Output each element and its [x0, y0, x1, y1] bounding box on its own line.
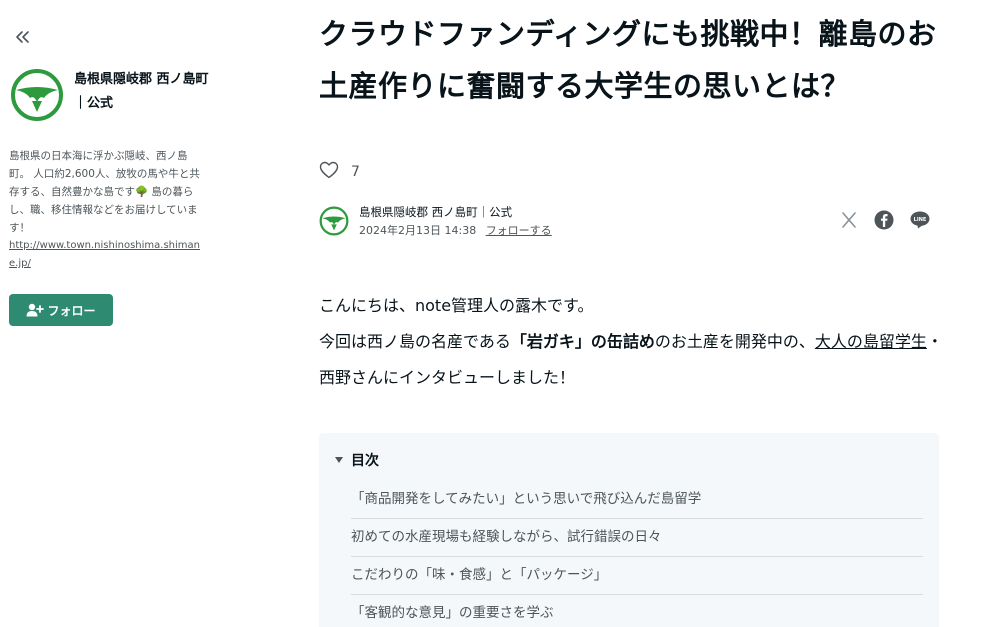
x-icon[interactable] — [838, 209, 860, 231]
collapse-sidebar-icon[interactable] — [11, 26, 33, 48]
body-paragraph-2: 今回は西ノ島の名産である「岩ガキ」の缶詰めのお土産を開発中の、大人の島留学生・西… — [319, 324, 944, 396]
note-article-page: 島根県隠岐郡 西ノ島町｜公式 島根県の日本海に浮かぶ隠岐、西ノ島町。 人口約2,… — [0, 0, 1005, 627]
creator-name[interactable]: 島根県隠岐郡 西ノ島町｜公式 — [74, 68, 210, 116]
table-of-contents: 目次 「商品開発をしてみたい」という思いで飛び込んだ島留学 初めての水産現場も経… — [319, 433, 939, 627]
shima-ryugaku-link[interactable]: 大人の島留学生 — [815, 332, 927, 351]
like-row: 7 — [319, 161, 360, 183]
body-bold-text: 「岩ガキ」の缶詰め — [510, 332, 655, 351]
creator-sidebar: 島根県隠岐郡 西ノ島町｜公式 島根県の日本海に浮かぶ隠岐、西ノ島町。 人口約2,… — [0, 0, 215, 627]
creator-bio-text: 島根県の日本海に浮かぶ隠岐、西ノ島町。 人口約2,600人、放牧の馬や牛と共存す… — [9, 150, 200, 234]
body-text-segment: のお土産を開発中の、 — [654, 332, 815, 351]
follow-button-label: フォロー — [47, 303, 96, 318]
creator-header: 島根県隠岐郡 西ノ島町｜公式 — [10, 68, 210, 122]
article-title: クラウドファンディングにも挑戦中！離島のお土産作りに奮闘する大学生の思いとは？ — [319, 17, 937, 103]
author-avatar[interactable] — [319, 206, 349, 236]
toc-item[interactable]: 初めての水産現場も経験しながら、試行錯誤の日々 — [351, 519, 923, 557]
follow-link[interactable]: フォローする — [486, 224, 552, 237]
publish-date: 2024年2月13日 14:38 — [359, 224, 477, 237]
add-user-icon — [26, 303, 45, 317]
toc-list: 「商品開発をしてみたい」という思いで飛び込んだ島留学 初めての水産現場も経験しな… — [351, 481, 923, 627]
toc-toggle[interactable]: 目次 — [335, 450, 379, 470]
toc-item[interactable]: 「客観的な意見」の重要さを学ぶ — [351, 595, 923, 627]
toc-heading: 目次 — [351, 453, 379, 469]
follow-button[interactable]: フォロー — [9, 294, 113, 326]
body-text-segment: 今回は西ノ島の名産である — [319, 332, 511, 351]
toc-item[interactable]: 「商品開発をしてみたい」という思いで飛び込んだ島留学 — [351, 481, 923, 519]
creator-website-link[interactable]: http://www.town.nishinoshima.shimane.jp/ — [9, 237, 201, 273]
article-byline: 島根県隠岐郡 西ノ島町｜公式 2024年2月13日 14:38 フォローする L… — [319, 201, 939, 239]
caret-down-icon — [335, 457, 343, 463]
facebook-icon[interactable] — [873, 209, 895, 231]
line-icon[interactable]: LINE — [909, 209, 931, 231]
toc-item[interactable]: こだわりの「味・食感」と「パッケージ」 — [351, 557, 923, 595]
author-name[interactable]: 島根県隠岐郡 西ノ島町｜公式 — [359, 204, 512, 220]
town-emblem-logo[interactable] — [10, 68, 64, 122]
article-body: こんにちは、note管理人の露木です。 今回は西ノ島の名産である「岩ガキ」の缶詰… — [319, 288, 944, 396]
creator-bio: 島根県の日本海に浮かぶ隠岐、西ノ島町。 人口約2,600人、放牧の馬や牛と共存す… — [9, 147, 201, 273]
like-count: 7 — [351, 164, 360, 180]
svg-text:LINE: LINE — [914, 217, 927, 223]
body-paragraph-1: こんにちは、note管理人の露木です。 — [319, 296, 594, 315]
article-meta: 2024年2月13日 14:38 フォローする — [359, 222, 552, 238]
heart-icon[interactable] — [319, 161, 339, 183]
